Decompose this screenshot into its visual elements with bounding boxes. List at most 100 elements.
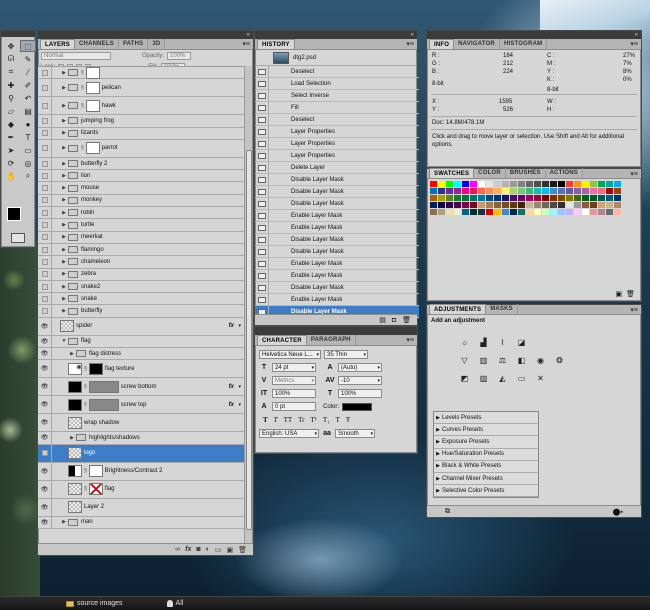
effects-badge[interactable]: fx — [229, 323, 234, 329]
expand-arrow-icon[interactable]: ▶ — [60, 103, 68, 109]
expand-arrow-icon[interactable]: ▶ — [434, 415, 442, 421]
move-icon[interactable]: ✥ — [3, 40, 19, 52]
font-size-select[interactable]: 24 pt ▾ — [272, 363, 316, 372]
new-layer-icon[interactable]: ▣ — [226, 546, 233, 554]
clone-stamp-icon[interactable]: ⚲ — [3, 92, 19, 104]
new-document-icon[interactable]: ▤ — [379, 316, 386, 324]
color-swatch[interactable] — [486, 188, 494, 195]
color-swatch[interactable] — [566, 195, 574, 202]
dodge-icon[interactable]: ● — [20, 118, 36, 130]
color-swatch[interactable] — [470, 195, 478, 202]
color-swatch[interactable] — [542, 181, 550, 188]
color-swatch[interactable] — [542, 188, 550, 195]
color-swatch[interactable] — [502, 202, 510, 209]
type-icon[interactable]: T — [20, 131, 36, 143]
visibility-toggle[interactable]: 👁 — [38, 317, 52, 335]
add-mask-icon[interactable]: ◙ — [196, 546, 200, 553]
color-swatch[interactable] — [614, 209, 622, 216]
color-swatch[interactable] — [494, 181, 502, 188]
color-swatch[interactable] — [494, 202, 502, 209]
color-swatch[interactable] — [590, 209, 598, 216]
layer-row[interactable]: ▶ lion — [38, 170, 244, 183]
visibility-toggle[interactable] — [38, 194, 52, 207]
mask-thumbnail[interactable] — [85, 142, 100, 155]
color-swatch[interactable] — [598, 202, 606, 209]
color-swatch[interactable] — [582, 181, 590, 188]
color-swatch[interactable] — [606, 181, 614, 188]
collapse-icon[interactable]: » — [635, 31, 638, 39]
foreground-color-swatch[interactable] — [7, 207, 21, 221]
color-swatch[interactable] — [574, 209, 582, 216]
adjustment-icon[interactable] — [68, 465, 82, 478]
color-swatch[interactable] — [478, 195, 486, 202]
color-swatch[interactable] — [494, 195, 502, 202]
color-swatch[interactable] — [478, 188, 486, 195]
layer-name[interactable]: spider — [76, 323, 92, 329]
levels-icon[interactable]: ▟ — [478, 337, 489, 348]
layer-row[interactable]: ▶ butterfly — [38, 305, 244, 318]
mask-thumbnail[interactable] — [88, 465, 103, 478]
history-item[interactable]: Disable Layer Mask — [255, 245, 419, 258]
color-swatch[interactable] — [462, 188, 470, 195]
color-swatch[interactable] — [446, 202, 454, 209]
lasso-icon[interactable]: ᘏ — [3, 53, 19, 65]
color-swatch[interactable] — [430, 181, 438, 188]
pen-icon[interactable]: ✒ — [3, 131, 19, 143]
crop-icon[interactable]: ⌗ — [3, 66, 19, 78]
panel-menu-icon[interactable]: ▾≡ — [406, 336, 414, 344]
character-titlebar[interactable] — [255, 327, 417, 335]
expand-arrow-icon[interactable]: ▶ — [60, 210, 68, 216]
layer-name[interactable]: jumping frog — [81, 118, 114, 124]
history-state-icon[interactable] — [255, 125, 269, 138]
visibility-toggle[interactable] — [38, 243, 52, 256]
type-style-button[interactable]: Ŧ — [346, 416, 350, 424]
layers-scrollbar[interactable] — [244, 66, 252, 545]
type-style-button[interactable]: Tr — [298, 416, 304, 424]
history-state-icon[interactable] — [255, 221, 269, 234]
color-swatch[interactable] — [558, 181, 566, 188]
expand-arrow-icon[interactable]: ▶ — [434, 451, 442, 457]
color-swatch[interactable] — [558, 188, 566, 195]
history-state-icon[interactable] — [255, 173, 269, 186]
collapse-icon[interactable]: « — [247, 31, 250, 39]
layer-name[interactable]: turtle — [81, 222, 94, 228]
black-white-icon[interactable]: ◧ — [516, 355, 527, 366]
zoom-icon[interactable]: ⌕ — [20, 170, 36, 182]
tab-history[interactable]: HISTORY — [257, 39, 295, 49]
layer-row[interactable]: ▶ chameleon — [38, 256, 244, 269]
color-swatch[interactable] — [534, 202, 542, 209]
tab-navigator[interactable]: NAVIGATOR — [454, 39, 500, 49]
layer-name[interactable]: lizards — [81, 130, 98, 136]
horizontal-scale-input[interactable]: 100% — [338, 389, 382, 398]
preset-item[interactable]: ▶ Channel Mixer Presets — [434, 473, 538, 486]
gradient-map-icon[interactable]: ▭ — [516, 373, 527, 384]
color-swatch[interactable] — [454, 202, 462, 209]
visibility-toggle[interactable]: 👁 — [38, 360, 52, 378]
channel-mixer-icon[interactable]: ❂ — [554, 355, 565, 366]
vibrance-icon[interactable]: ▽ — [459, 355, 470, 366]
layer-name[interactable]: hawk — [102, 103, 116, 109]
tab-info[interactable]: INFO — [429, 39, 455, 49]
color-swatch[interactable] — [526, 188, 534, 195]
hue-saturation-icon[interactable]: ▥ — [478, 355, 489, 366]
layers-titlebar[interactable]: « — [38, 31, 253, 39]
3d-orbit-icon[interactable]: ◎ — [20, 157, 36, 169]
posterize-icon[interactable]: ▨ — [478, 373, 489, 384]
expand-arrow-icon[interactable]: ▶ — [434, 439, 442, 445]
expand-arrow-icon[interactable]: ▶ — [68, 435, 76, 441]
visibility-toggle[interactable] — [38, 219, 52, 231]
panel-menu-icon[interactable]: ▾≡ — [242, 40, 250, 48]
3d-rotate-icon[interactable]: ⟳ — [3, 157, 19, 169]
panel-menu-icon[interactable]: ▾≡ — [406, 40, 414, 48]
font-family-select[interactable]: Helvetica Neue L... ▾ — [259, 350, 321, 359]
color-swatch[interactable] — [438, 209, 446, 216]
layer-thumbnail[interactable] — [68, 501, 82, 514]
history-snapshot[interactable]: dtg2.psd — [255, 50, 417, 66]
color-swatch[interactable] — [438, 202, 446, 209]
color-swatch[interactable] — [510, 209, 518, 216]
color-swatch[interactable] — [518, 202, 526, 209]
marquee-icon[interactable]: ⬚ — [20, 40, 36, 52]
visibility-toggle[interactable]: 👁 — [38, 414, 52, 432]
expand-arrow-icon[interactable]: ▶ — [434, 476, 442, 482]
layer-name[interactable]: butterfly — [81, 308, 102, 314]
